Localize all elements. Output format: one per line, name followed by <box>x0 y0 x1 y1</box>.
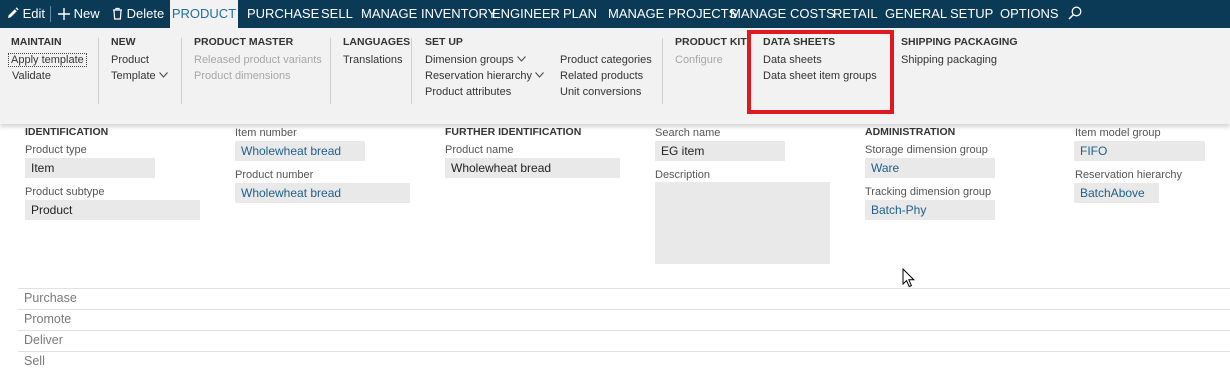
search-name-field[interactable]: EG item <box>655 141 785 161</box>
released-product-variants-button[interactable]: Released product variants <box>194 54 322 66</box>
edit-button[interactable]: Edit <box>6 0 45 28</box>
new-template-menu[interactable]: Template <box>111 70 168 82</box>
fasttab-deliver[interactable]: Deliver <box>18 330 1230 351</box>
group-languages-title: LANGUAGES <box>343 36 411 48</box>
group-separator <box>662 38 663 104</box>
product-name-field[interactable]: Wholewheat bread <box>445 158 620 178</box>
item-number-field[interactable]: Wholewheat bread <box>235 141 365 161</box>
group-setup-title: SET UP <box>425 36 463 48</box>
further-identification-title: FURTHER IDENTIFICATION <box>445 126 582 138</box>
reservation-hierarchy-menu[interactable]: Reservation hierarchy <box>425 70 544 82</box>
shipping-packaging-button[interactable]: Shipping packaging <box>901 54 997 66</box>
chevron-down-icon <box>535 72 544 78</box>
tab-plan[interactable]: PLAN <box>563 0 597 28</box>
group-shipping-packaging-title: SHIPPING PACKAGING <box>901 36 1018 48</box>
tab-product[interactable]: PRODUCT <box>170 0 238 28</box>
storage-dimension-group-field[interactable]: Ware <box>865 158 995 178</box>
edit-label: Edit <box>22 6 46 21</box>
tab-manage-projects[interactable]: MANAGE PROJECTS <box>608 0 737 28</box>
related-products-button[interactable]: Related products <box>560 70 643 82</box>
trash-icon <box>113 7 122 20</box>
group-separator <box>181 38 182 104</box>
item-number-label: Item number <box>235 127 297 139</box>
group-separator <box>411 38 412 104</box>
chevron-down-icon <box>158 72 168 78</box>
tab-options[interactable]: OPTIONS <box>1000 0 1059 28</box>
product-subtype-field[interactable]: Product <box>25 200 200 220</box>
ribbon: MAINTAIN Apply template Validate NEW Pro… <box>0 28 1230 124</box>
group-separator <box>98 38 99 104</box>
product-type-label: Product type <box>25 144 87 156</box>
item-model-group-label: Item model group <box>1075 127 1161 139</box>
tab-manage-inventory[interactable]: MANAGE INVENTORY <box>361 0 496 28</box>
group-new-title: NEW <box>111 36 136 48</box>
reservation-hierarchy-label: Reservation hierarchy <box>425 70 532 82</box>
tab-general[interactable]: GENERAL <box>885 0 947 28</box>
fasttab-promote[interactable]: Promote <box>18 309 1230 330</box>
product-dimensions-button[interactable]: Product dimensions <box>194 70 291 82</box>
dimension-groups-label: Dimension groups <box>425 54 514 66</box>
data-sheets-highlight <box>747 30 894 114</box>
fasttab-promote-label: Promote <box>24 312 72 326</box>
tab-setup[interactable]: SETUP <box>950 0 993 28</box>
chevron-down-icon <box>516 56 526 62</box>
product-number-label: Product number <box>235 169 314 181</box>
storage-dimension-group-label: Storage dimension group <box>865 144 988 156</box>
new-product-button[interactable]: Product <box>111 54 149 66</box>
group-product-master-title: PRODUCT MASTER <box>194 36 294 48</box>
search-name-label: Search name <box>655 127 721 139</box>
unit-conversions-button[interactable]: Unit conversions <box>560 86 641 98</box>
item-model-group-field[interactable]: FIFO <box>1074 141 1205 161</box>
tab-purchase[interactable]: PURCHASE <box>247 0 319 28</box>
tab-manage-costs[interactable]: MANAGE COSTS <box>730 0 835 28</box>
product-categories-button[interactable]: Product categories <box>560 54 652 66</box>
tab-engineer[interactable]: ENGINEER <box>492 0 560 28</box>
tracking-dimension-group-field[interactable]: Batch-Phy <box>865 200 995 220</box>
translations-button[interactable]: Translations <box>343 54 403 66</box>
separator <box>50 6 51 22</box>
product-attributes-button[interactable]: Product attributes <box>425 86 511 98</box>
fasttab-purchase[interactable]: Purchase <box>18 288 1230 309</box>
tab-retail[interactable]: RETAIL <box>833 0 878 28</box>
description-label: Description <box>655 169 711 181</box>
fasttab-purchase-label: Purchase <box>24 291 77 305</box>
delete-label: Delete <box>126 6 165 21</box>
delete-button[interactable]: Delete <box>112 0 164 28</box>
administration-title: ADMINISTRATION <box>865 126 956 138</box>
product-subtype-label: Product subtype <box>25 186 105 198</box>
action-bar: Edit New Delete PRODUCT PURCHASE SELL MA… <box>0 0 1230 28</box>
reservation-hierarchy-field[interactable]: BatchAbove <box>1074 183 1159 203</box>
fasttab-deliver-label: Deliver <box>24 333 63 347</box>
validate-button[interactable]: Validate <box>12 70 51 82</box>
group-product-kit-title: PRODUCT KIT <box>675 36 747 48</box>
fasttab-sell-label: Sell <box>24 354 45 368</box>
product-name-label: Product name <box>445 144 514 156</box>
configure-button[interactable]: Configure <box>675 54 723 66</box>
search-icon <box>1068 6 1082 20</box>
identification-title: IDENTIFICATION <box>25 126 109 138</box>
fasttab-sell[interactable]: Sell <box>18 351 1230 372</box>
mouse-cursor-icon <box>902 268 915 288</box>
new-label: New <box>73 6 100 21</box>
tab-sell[interactable]: SELL <box>321 0 353 28</box>
description-field[interactable] <box>655 182 830 264</box>
product-number-field[interactable]: Wholewheat bread <box>235 183 410 203</box>
pencil-icon <box>8 7 19 19</box>
reservation-hierarchy-label: Reservation hierarchy <box>1075 169 1182 181</box>
product-type-field[interactable]: Item <box>25 158 155 178</box>
new-template-label: Template <box>111 70 156 82</box>
search-button[interactable] <box>1068 0 1082 28</box>
plus-icon <box>58 8 70 20</box>
dimension-groups-menu[interactable]: Dimension groups <box>425 54 526 66</box>
tracking-dimension-group-label: Tracking dimension group <box>865 186 992 198</box>
new-button[interactable]: New <box>58 0 100 28</box>
apply-template-button[interactable]: Apply template <box>8 53 87 67</box>
group-separator <box>330 38 331 104</box>
group-maintain-title: MAINTAIN <box>11 36 62 48</box>
